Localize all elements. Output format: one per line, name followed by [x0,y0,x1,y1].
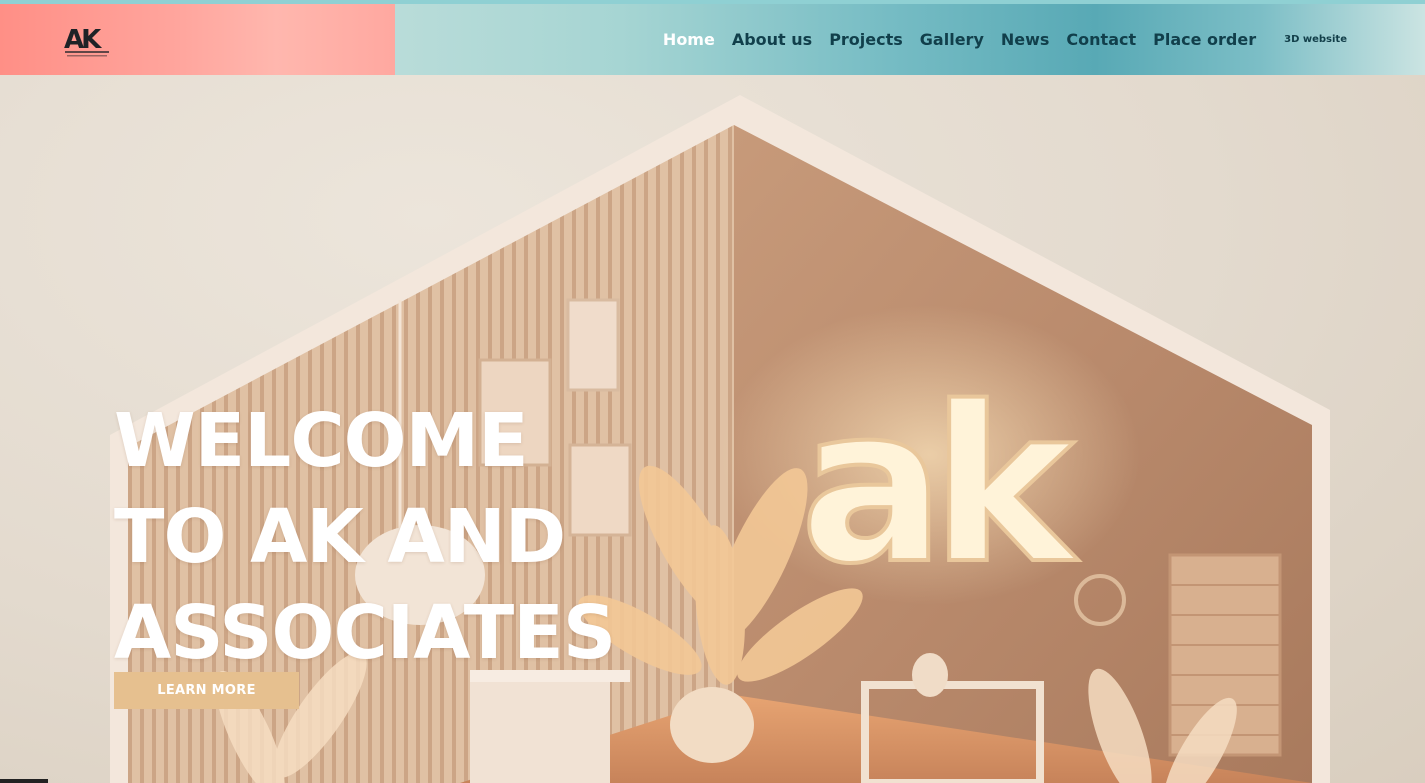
ak-logo[interactable]: AK [63,20,113,60]
nav-contact[interactable]: Contact [1066,30,1136,49]
bottom-edge-strip [0,779,48,783]
nav-gallery[interactable]: Gallery [920,30,984,49]
main-nav: Home About us Projects Gallery News Cont… [663,30,1347,49]
ak-wall-sign: ak [800,360,1079,611]
hero-title: WELCOME TO AK AND ASSOCIATES [114,393,674,681]
nav-home[interactable]: Home [663,30,715,49]
nav-panel: Home About us Projects Gallery News Cont… [395,4,1425,75]
logo-panel: AK [0,4,395,75]
site-header: AK Home About us Projects Gallery News C… [0,4,1425,75]
page: AK Home About us Projects Gallery News C… [0,0,1425,783]
learn-more-button[interactable]: LEARN MORE [114,672,299,709]
hero-section: ak WELCOME TO AK AND ASSOCIATES LEARN MO… [0,75,1425,783]
hero-title-line: ASSOCIATES [114,590,616,676]
nav-3d-website[interactable]: 3D website [1284,34,1347,45]
nav-news[interactable]: News [1001,30,1050,49]
hero-title-line: TO AK AND [114,494,566,580]
nav-projects[interactable]: Projects [829,30,903,49]
nav-place-order[interactable]: Place order [1153,30,1256,49]
nav-about-us[interactable]: About us [732,30,812,49]
hero-title-line: WELCOME [114,398,529,484]
svg-text:AK: AK [64,25,102,55]
